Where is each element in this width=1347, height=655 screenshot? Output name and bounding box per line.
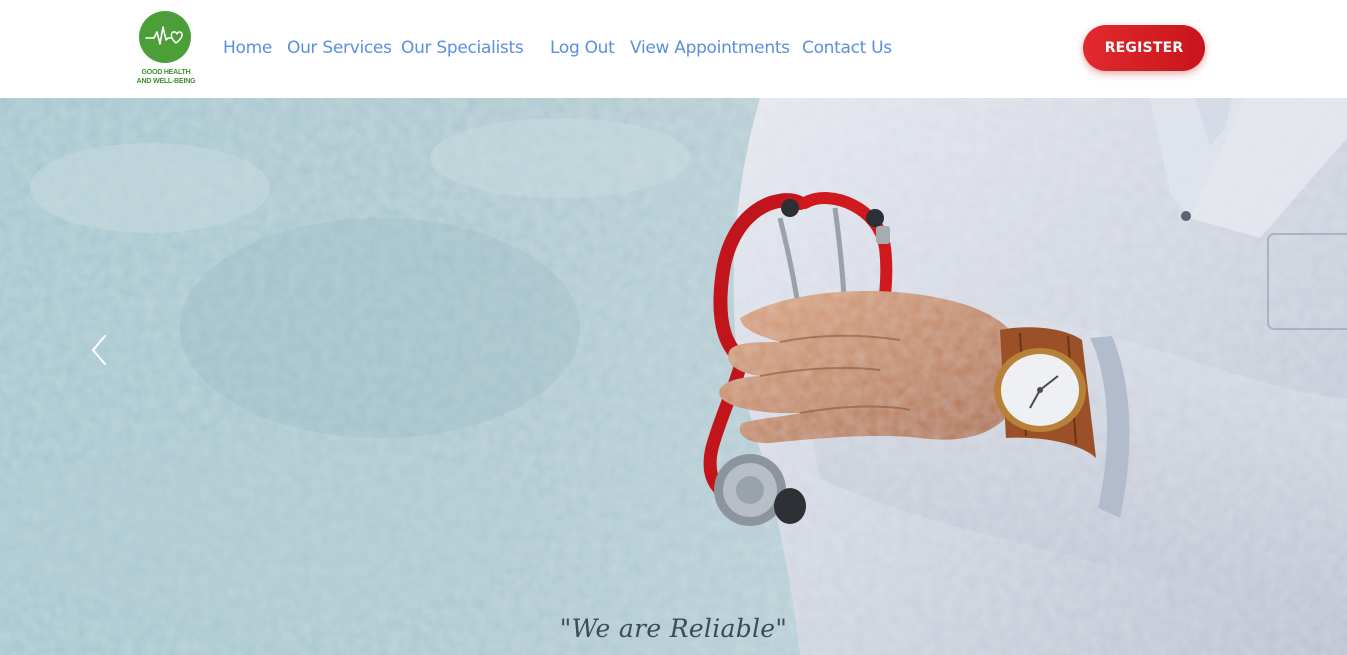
nav-link-home[interactable]: Home (223, 38, 272, 58)
site-header: GOOD HEALTH AND WELL-BEING Home Our Serv… (0, 0, 1347, 98)
doctor-with-stethoscope-image (0, 98, 1347, 655)
hero-carousel: "We are Reliable" (0, 98, 1347, 655)
carousel-prev-button[interactable] (84, 330, 114, 370)
brand-logo-line1: GOOD HEALTH (141, 69, 191, 76)
nav-link-our-specialists[interactable]: Our Specialists (401, 38, 524, 58)
nav-link-log-out[interactable]: Log Out (550, 38, 615, 58)
chevron-left-icon (92, 335, 106, 365)
brand-logo[interactable]: GOOD HEALTH AND WELL-BEING (118, 4, 214, 94)
hero-caption: "We are Reliable" (559, 614, 788, 643)
page: GOOD HEALTH AND WELL-BEING Home Our Serv… (0, 0, 1347, 655)
register-button[interactable]: REGISTER (1083, 25, 1205, 71)
nav-link-our-services[interactable]: Our Services (287, 38, 392, 58)
brand-logo-text: GOOD HEALTH AND WELL-BEING (118, 68, 214, 86)
nav-link-contact-us[interactable]: Contact Us (802, 38, 892, 58)
heartbeat-heart-icon (139, 11, 191, 63)
nav-link-view-appointments[interactable]: View Appointments (630, 38, 790, 58)
brand-logo-line2: AND WELL-BEING (136, 78, 196, 85)
